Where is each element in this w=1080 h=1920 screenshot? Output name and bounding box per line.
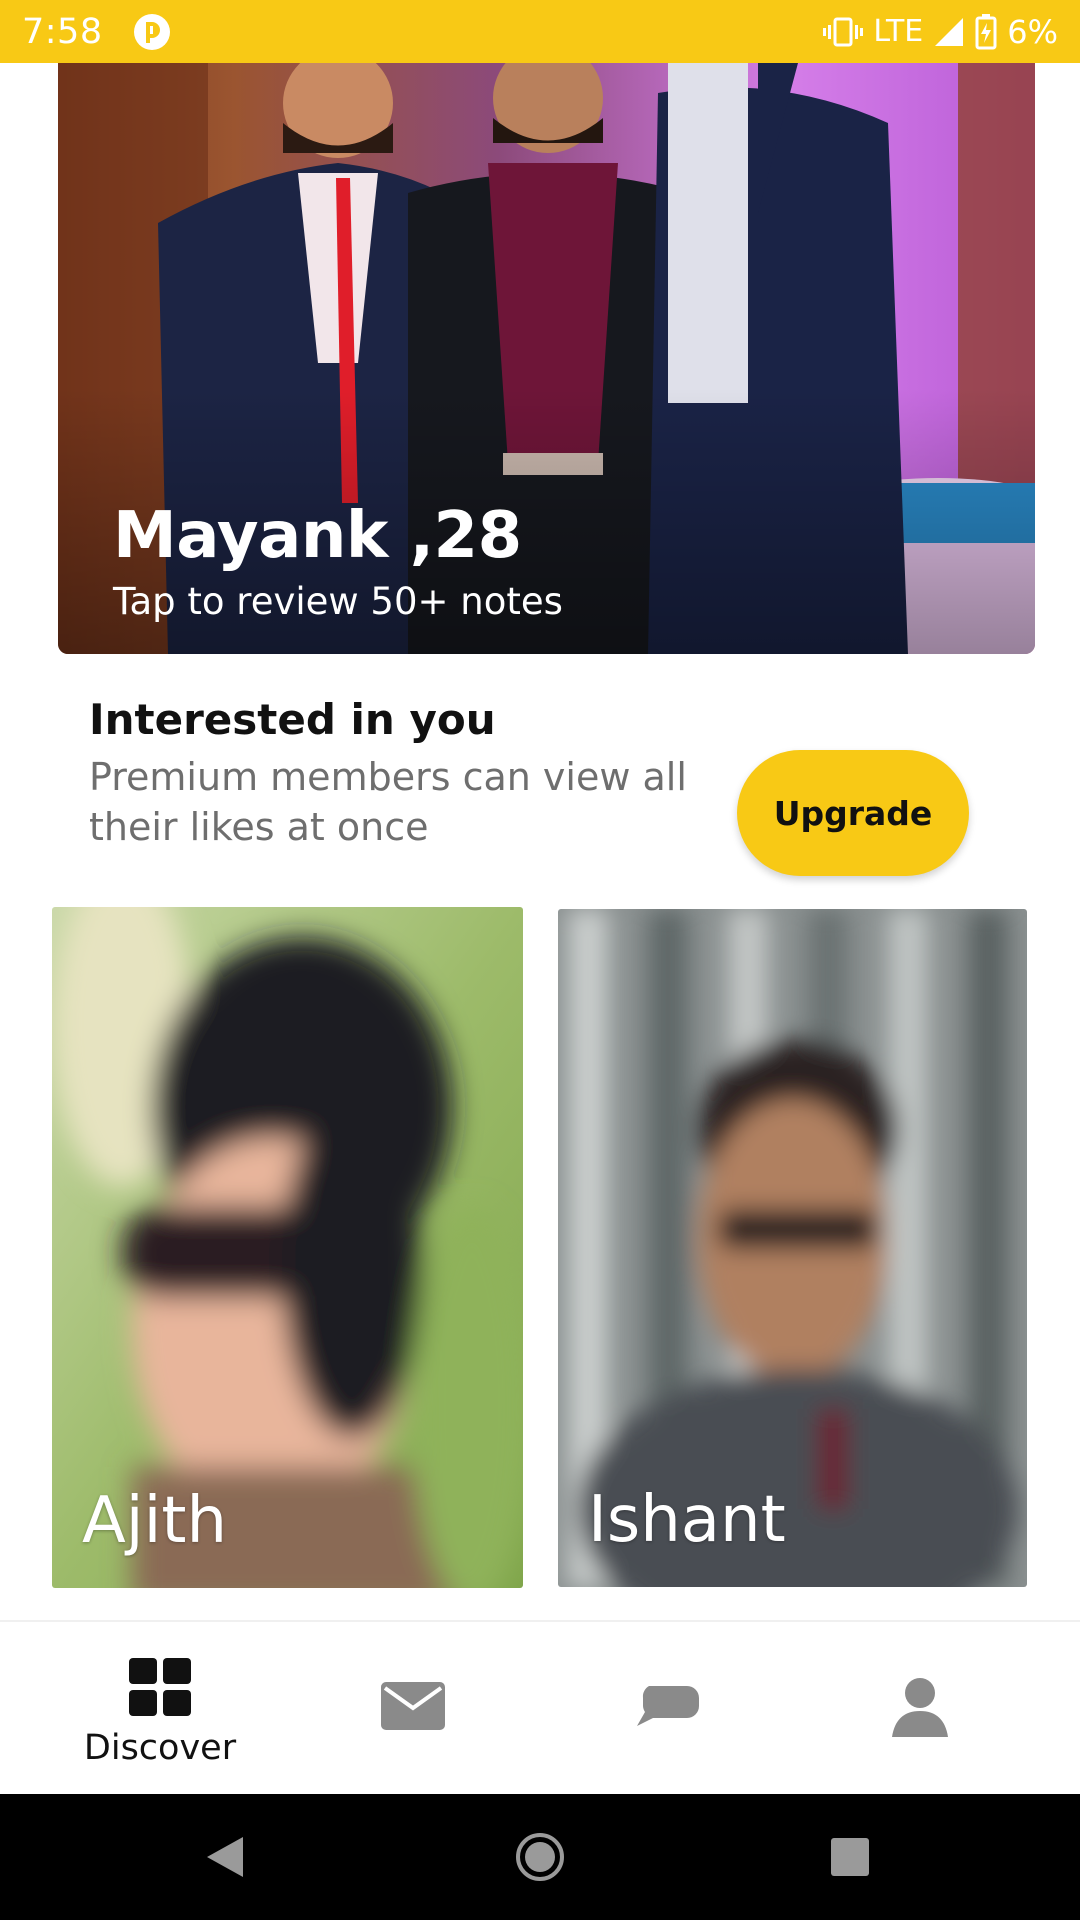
featured-profile-card[interactable]: Mayank ,28 Tap to review 50+ notes [58, 63, 1035, 654]
like-card-ajith[interactable]: Ajith [52, 907, 523, 1588]
nav-discover[interactable]: Discover [25, 1622, 295, 1796]
featured-profile-subtitle: Tap to review 50+ notes [113, 580, 563, 623]
grid-icon [129, 1658, 191, 1716]
profile-icon [892, 1678, 948, 1737]
app-screen: 7:58 LTE 6% Mayank ,28 Tap to review 50+… [0, 0, 1080, 1920]
vibrate-icon [823, 17, 864, 46]
system-home-button[interactable] [460, 1794, 620, 1920]
status-bar: 7:58 LTE 6% [0, 0, 1080, 63]
interested-title: Interested in you [89, 695, 496, 744]
back-icon [207, 1837, 243, 1877]
nav-chat[interactable] [532, 1622, 802, 1796]
status-time: 7:58 [22, 11, 103, 52]
home-icon [516, 1833, 564, 1881]
system-back-button[interactable] [145, 1794, 305, 1920]
recents-icon [831, 1838, 869, 1876]
like-name-ajith: Ajith [82, 1484, 227, 1558]
mail-icon [381, 1682, 445, 1730]
bottom-nav: Discover [0, 1620, 1080, 1794]
upgrade-button[interactable]: Upgrade [737, 750, 969, 876]
like-card-ishant[interactable]: Ishant [558, 909, 1027, 1587]
system-recents-button[interactable] [770, 1794, 930, 1920]
chat-icon [637, 1686, 699, 1726]
system-nav-bar [0, 1794, 1080, 1920]
app-notification-icon [133, 13, 170, 50]
like-name-ishant: Ishant [588, 1483, 786, 1557]
featured-profile-name: Mayank ,28 [113, 499, 522, 573]
status-right: LTE 6% [823, 13, 1058, 51]
nav-messages[interactable] [278, 1622, 548, 1796]
network-type: LTE [873, 14, 924, 49]
battery-percent: 6% [1007, 12, 1058, 51]
interested-description: Premium members can view all their likes… [89, 755, 687, 849]
battery-icon [975, 13, 997, 49]
signal-icon [935, 17, 964, 46]
nav-discover-label: Discover [83, 1728, 237, 1768]
nav-profile[interactable] [785, 1622, 1055, 1796]
